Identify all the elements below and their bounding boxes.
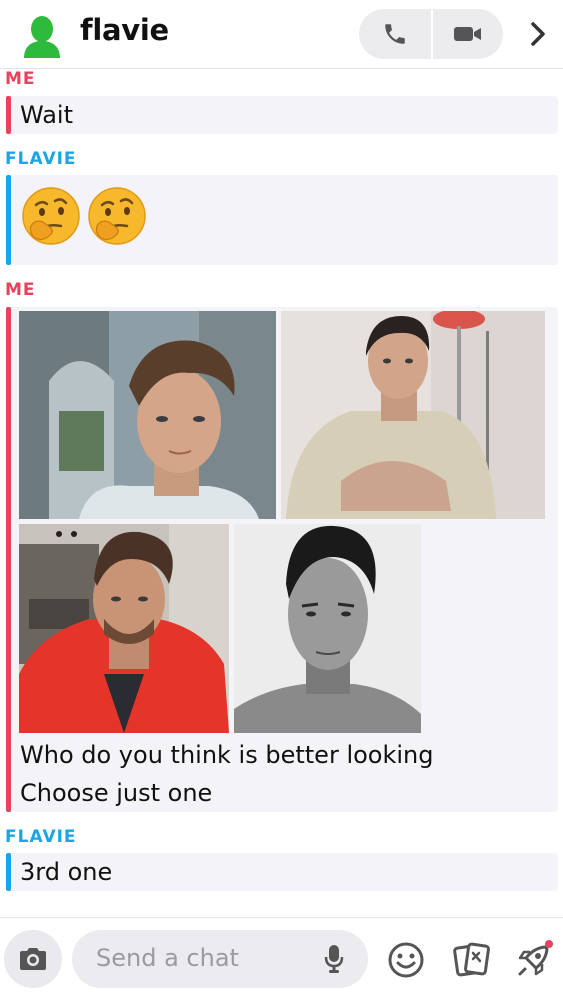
sender-color-bar xyxy=(6,853,11,891)
message-bubble[interactable] xyxy=(6,96,558,134)
sender-color-bar xyxy=(6,175,11,265)
sender-color-bar xyxy=(6,96,11,134)
chat-header: flavie xyxy=(0,0,563,69)
video-camera-icon xyxy=(454,27,481,41)
chevron-right-button[interactable] xyxy=(520,14,556,54)
phone-icon xyxy=(385,24,405,44)
avatar[interactable] xyxy=(22,14,62,60)
camera-icon xyxy=(20,948,46,970)
message-text: Wait xyxy=(20,101,73,129)
chat-input-placeholder: Send a chat xyxy=(96,944,239,972)
call-buttons xyxy=(359,9,503,59)
message-text: Choose just one xyxy=(20,779,213,807)
voice-call-button[interactable] xyxy=(359,9,431,59)
photo-4[interactable] xyxy=(234,524,421,733)
cards-icon[interactable] xyxy=(450,938,494,982)
sender-label: ME xyxy=(5,280,36,300)
sender-label: ME xyxy=(5,69,36,89)
smiley-icon[interactable] xyxy=(386,940,426,980)
message-text: Who do you think is better looking xyxy=(20,741,434,769)
thinking-face-emoji xyxy=(88,187,146,245)
thinking-face-emoji xyxy=(22,187,80,245)
camera-button[interactable] xyxy=(4,930,62,988)
microphone-icon[interactable] xyxy=(324,944,344,974)
sender-label: FLAVIE xyxy=(5,149,77,169)
chat-input[interactable]: Send a chat xyxy=(72,930,368,988)
photo-2[interactable] xyxy=(281,311,545,519)
chevron-right-icon xyxy=(531,22,545,46)
message-text: 3rd one xyxy=(20,858,113,886)
video-call-button[interactable] xyxy=(433,9,503,59)
rocket-icon[interactable] xyxy=(512,938,556,982)
chat-title[interactable]: flavie xyxy=(80,13,169,47)
sender-label: FLAVIE xyxy=(5,827,77,847)
sender-color-bar xyxy=(6,307,11,812)
photo-1[interactable] xyxy=(19,311,276,519)
photo-3[interactable] xyxy=(19,524,229,733)
